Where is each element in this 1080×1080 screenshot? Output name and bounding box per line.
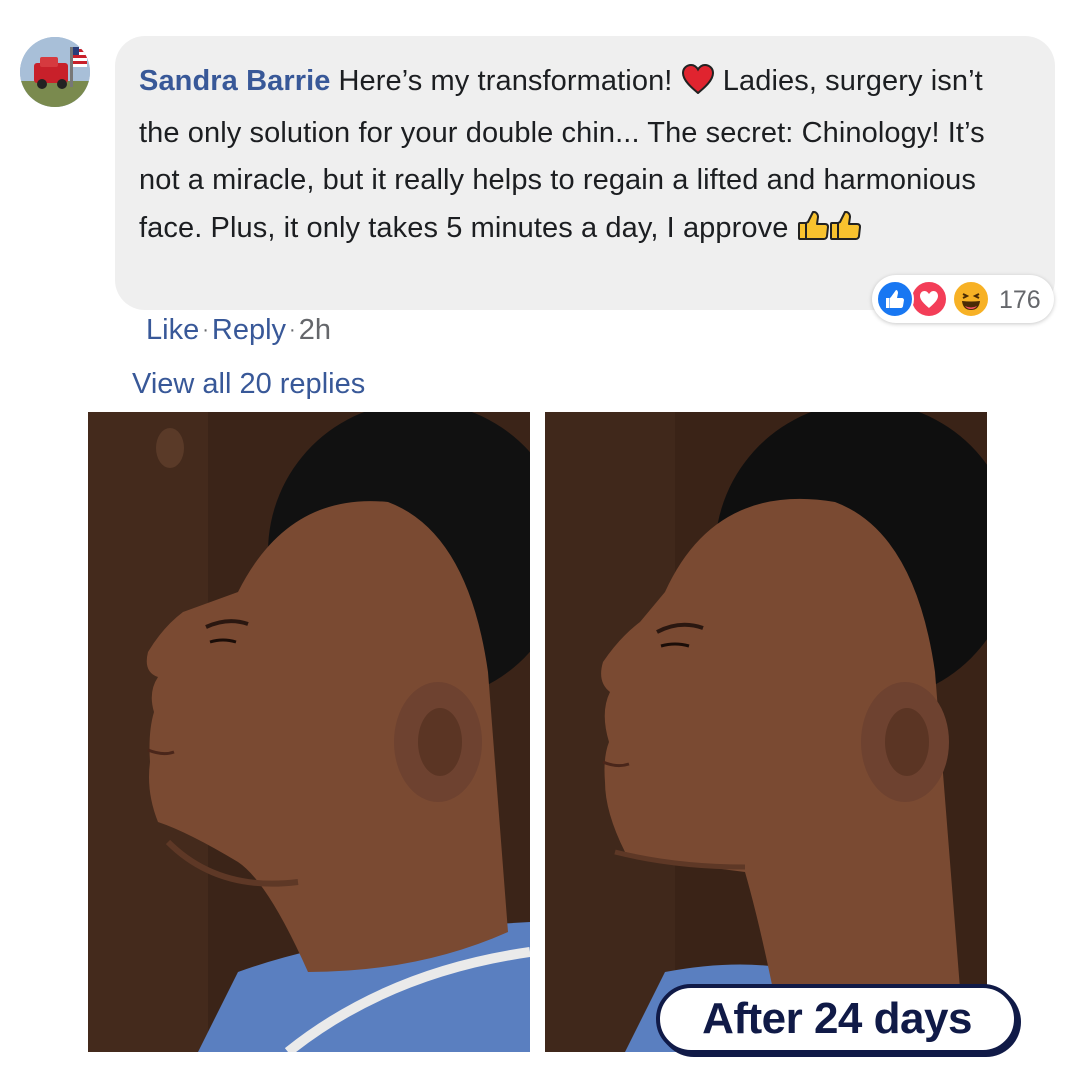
action-separator: · <box>202 319 209 341</box>
like-reaction-icon <box>876 280 914 318</box>
comment-timestamp[interactable]: 2h <box>299 314 331 346</box>
after-photo <box>545 412 987 1052</box>
commenter-avatar[interactable] <box>20 37 90 107</box>
reactions-summary[interactable]: 176 <box>872 275 1054 323</box>
haha-reaction-icon <box>952 280 990 318</box>
reaction-count: 176 <box>999 286 1041 314</box>
comment-body: Sandra Barrie Here’s my transformation! L… <box>139 58 1029 256</box>
thumbs-up-icon <box>797 209 829 257</box>
before-photo <box>88 412 530 1052</box>
comment-text-part1: Here’s my transformation! <box>338 65 681 97</box>
avatar-image <box>20 37 90 107</box>
action-separator: · <box>289 319 296 341</box>
comment-actions: Like · Reply · 2h <box>146 314 331 347</box>
love-reaction-icon <box>910 280 948 318</box>
comment-bubble: Sandra Barrie Here’s my transformation! L… <box>115 36 1055 310</box>
after-days-badge: After 24 days <box>656 984 1018 1054</box>
reply-link[interactable]: Reply <box>212 314 286 346</box>
like-link[interactable]: Like <box>146 314 199 346</box>
comment-author[interactable]: Sandra Barrie <box>139 65 331 97</box>
view-replies-link[interactable]: View all 20 replies <box>132 368 365 401</box>
thumbs-up-icon <box>829 209 861 257</box>
red-heart-icon <box>681 62 715 110</box>
